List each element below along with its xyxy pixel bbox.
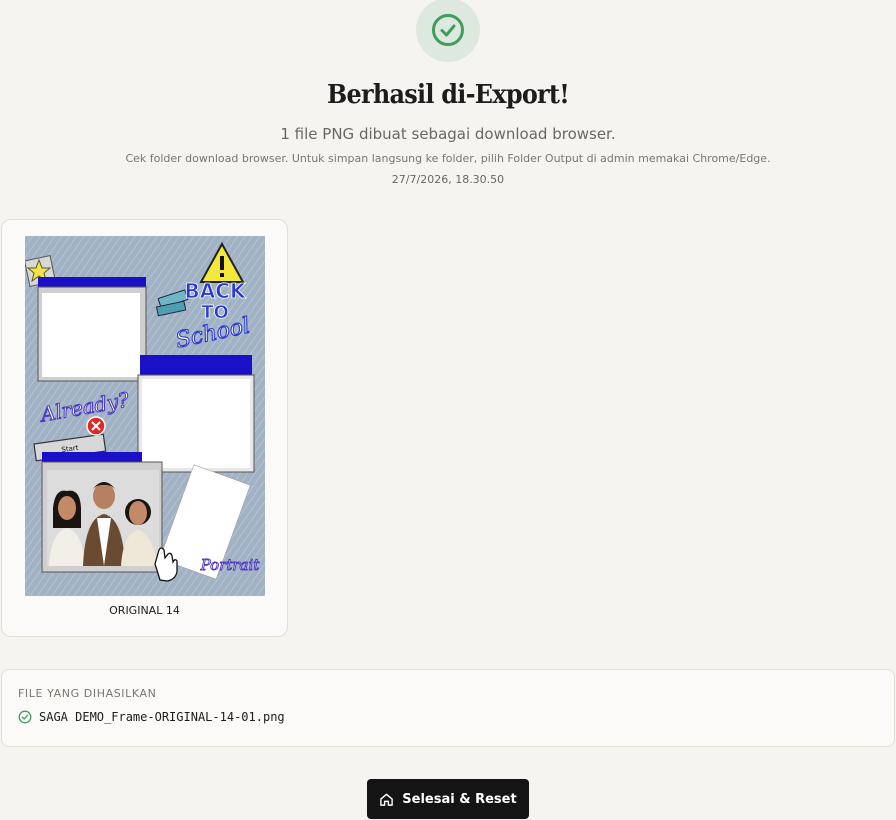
files-panel: FILE YANG DIHASILKAN SAGA DEMO_Frame-ORI… [1, 669, 895, 747]
download-hint: Cek folder download browser. Untuk simpa… [125, 152, 771, 165]
close-icon [86, 416, 106, 436]
page-title: Berhasil di-Export! [327, 80, 570, 110]
done-reset-button[interactable]: Selesai & Reset [367, 779, 529, 819]
frame-text-back: BACK [185, 279, 247, 303]
check-circle-icon [432, 14, 464, 46]
frame-text-portrait: Portrait [200, 556, 261, 574]
file-name: SAGA DEMO_Frame-ORIGINAL-14-01.png [39, 710, 285, 724]
photo-people [47, 470, 159, 566]
done-reset-label: Selesai & Reset [402, 791, 517, 807]
result-card[interactable]: BACK TO School Already? Start Portrait O… [1, 219, 288, 637]
check-circle-icon [18, 710, 32, 724]
export-summary: 1 file PNG dibuat sebagai download brows… [280, 125, 616, 143]
success-badge [416, 0, 480, 62]
frame-preview-image: BACK TO School Already? Start Portrait [25, 236, 265, 596]
result-label: ORIGINAL 14 [109, 604, 180, 617]
export-timestamp: 27/7/2026, 18.30.50 [391, 173, 505, 186]
frame-preview[interactable]: BACK TO School Already? Start Portrait [25, 236, 265, 596]
file-item: SAGA DEMO_Frame-ORIGINAL-14-01.png [18, 710, 285, 724]
home-icon [380, 793, 394, 806]
files-heading: FILE YANG DIHASILKAN [18, 687, 157, 700]
